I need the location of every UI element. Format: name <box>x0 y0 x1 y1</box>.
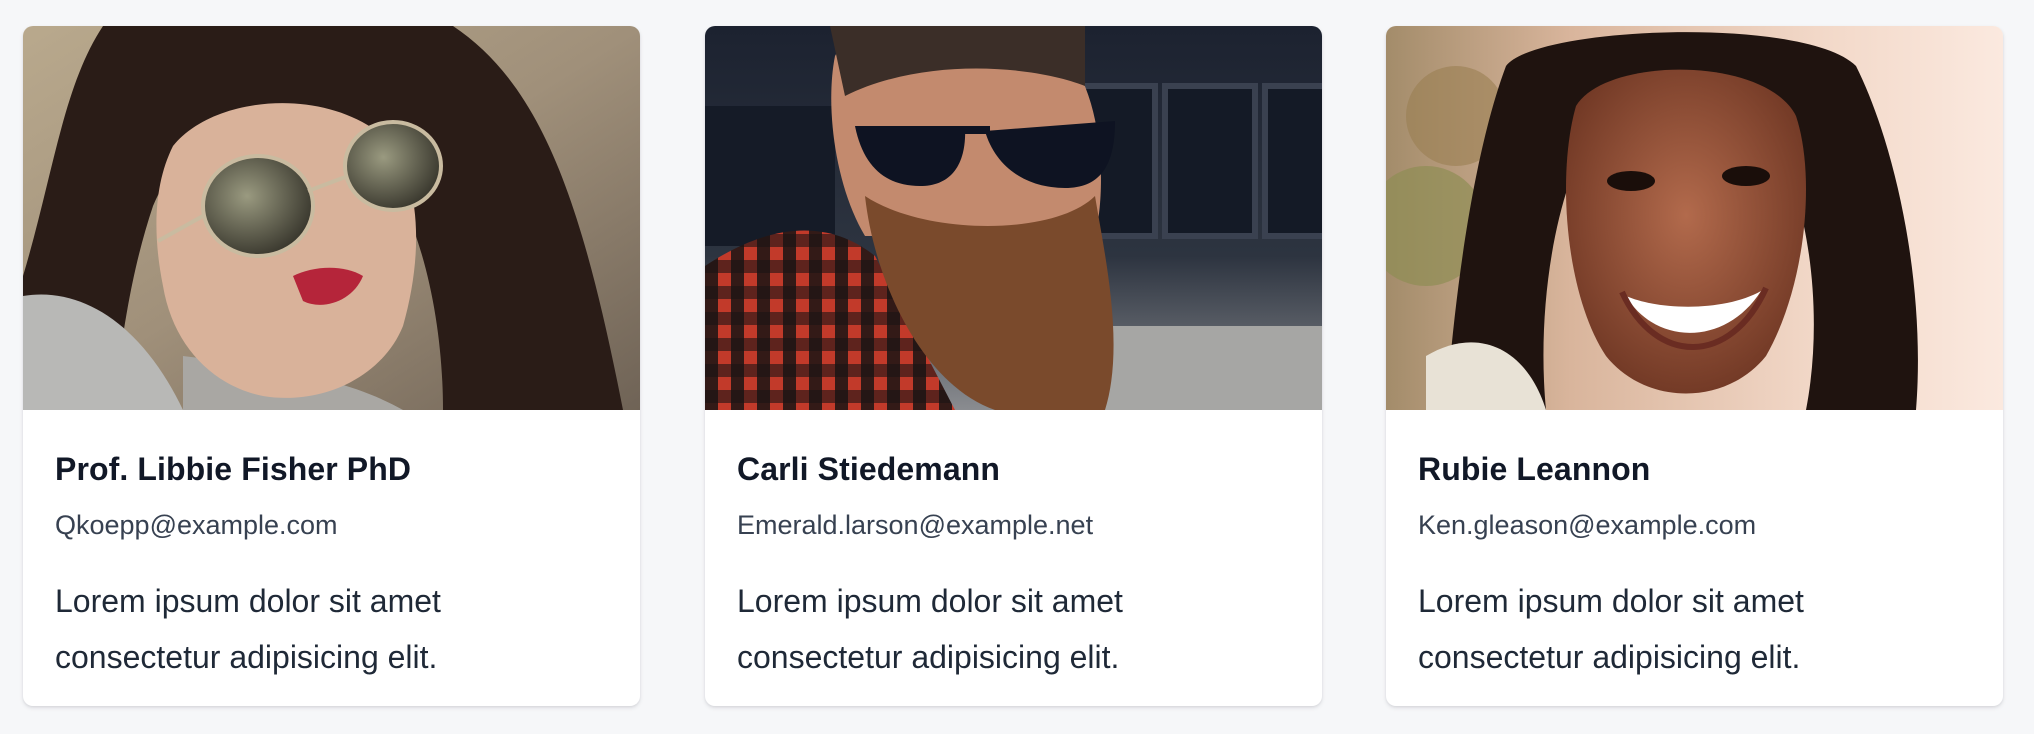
profile-description: Lorem ipsum dolor sit amet consectetur a… <box>1418 583 1804 676</box>
profile-email[interactable]: Emerald.larson@example.net <box>737 510 1290 541</box>
profile-email[interactable]: Ken.gleason@example.com <box>1418 510 1971 541</box>
profile-name: Carli Stiedemann <box>737 451 1001 487</box>
profile-card[interactable]: Rubie Leannon Ken.gleason@example.com Lo… <box>1386 26 2003 706</box>
profile-card-grid: Prof. Libbie Fisher PhD Qkoepp@example.c… <box>0 0 2034 734</box>
portrait-smiling-woman-braids-icon <box>1386 26 2003 410</box>
portrait-woman-aviator-sunglasses-icon <box>23 26 640 410</box>
profile-email[interactable]: Qkoepp@example.com <box>55 510 608 541</box>
profile-name: Prof. Libbie Fisher PhD <box>55 451 412 487</box>
profile-photo <box>1386 26 2003 410</box>
profile-card[interactable]: Carli Stiedemann Emerald.larson@example.… <box>705 26 1322 706</box>
profile-photo <box>23 26 640 410</box>
profile-card[interactable]: Prof. Libbie Fisher PhD Qkoepp@example.c… <box>23 26 640 706</box>
profile-description: Lorem ipsum dolor sit amet consectetur a… <box>55 583 441 676</box>
profile-photo <box>705 26 1322 410</box>
profile-description: Lorem ipsum dolor sit amet consectetur a… <box>737 583 1123 676</box>
profile-name: Rubie Leannon <box>1418 451 1651 487</box>
portrait-bearded-man-sunglasses-icon <box>705 26 1322 410</box>
